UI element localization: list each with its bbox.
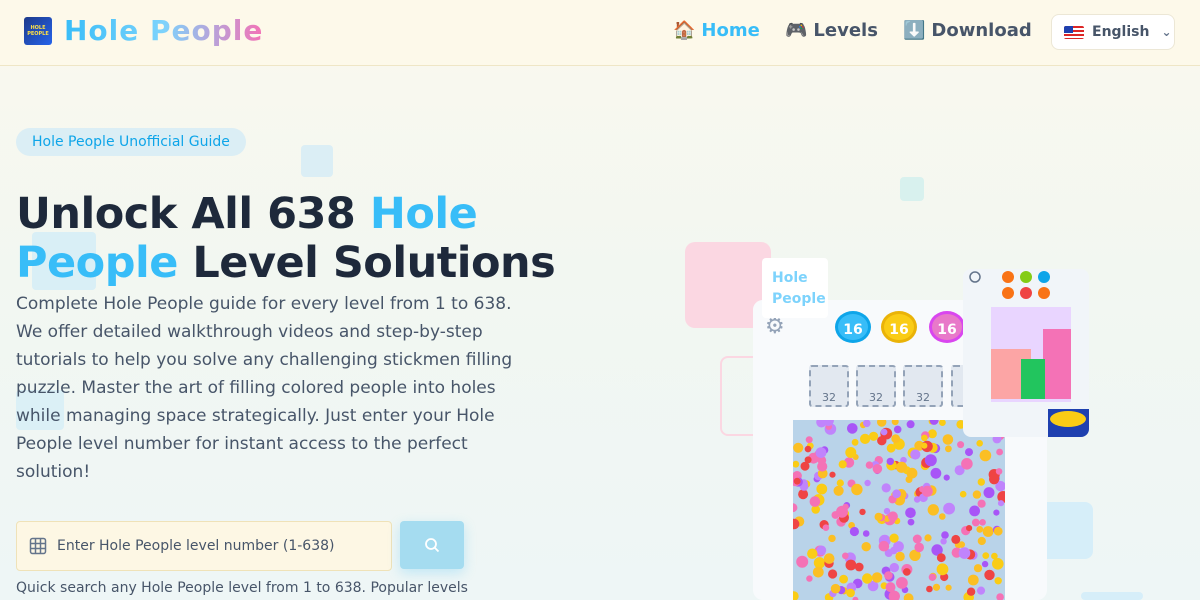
page-title: Unlock All 638 Hole People Level Solution… bbox=[16, 190, 576, 288]
us-flag-icon bbox=[1064, 25, 1084, 39]
guide-badge: Hole People Unofficial Guide bbox=[16, 128, 246, 156]
nav-levels[interactable]: 🎮 Levels bbox=[785, 20, 878, 41]
level-token: 16 bbox=[881, 311, 917, 343]
title-accent-people: People bbox=[16, 238, 178, 288]
level-search-box[interactable] bbox=[16, 521, 392, 571]
title-accent-hole: Hole bbox=[369, 189, 478, 239]
nav-home[interactable]: 🏠 Home bbox=[673, 20, 760, 41]
site-header: HOLE PEOPLE Hole People 🏠 Home 🎮 Levels … bbox=[0, 0, 1200, 66]
hole-slot: 32 bbox=[809, 365, 849, 407]
mini-board bbox=[969, 271, 1089, 437]
search-icon bbox=[425, 538, 440, 553]
nav-download-label: Download bbox=[931, 20, 1032, 41]
language-label: English bbox=[1092, 24, 1150, 40]
card-line2: People bbox=[772, 291, 826, 307]
search-hint: Quick search any Hole People level from … bbox=[16, 580, 468, 596]
decor-square bbox=[900, 177, 924, 201]
logo-image[interactable]: HOLE PEOPLE bbox=[24, 17, 52, 45]
decor-square bbox=[301, 145, 333, 177]
logo-text[interactable]: Hole People bbox=[64, 14, 263, 47]
stickmen-crowd bbox=[788, 415, 1010, 600]
hero-description: Complete Hole People guide for every lev… bbox=[16, 294, 513, 482]
level-search-input[interactable] bbox=[57, 538, 377, 554]
title-part2: Level Solutions bbox=[177, 238, 556, 288]
nav-levels-label: Levels bbox=[813, 20, 878, 41]
nav-home-label: Home bbox=[701, 20, 760, 41]
title-part1: Unlock All 638 bbox=[16, 189, 370, 239]
gamepad-icon: 🎮 bbox=[785, 20, 808, 41]
level-thumbnail bbox=[963, 269, 1089, 437]
hole-slot: 32 bbox=[856, 365, 896, 407]
level-token: 16 bbox=[835, 311, 871, 343]
card-line1: Hole bbox=[772, 270, 808, 286]
search-button[interactable] bbox=[400, 521, 464, 569]
nav-download[interactable]: ⬇️ Download bbox=[903, 20, 1032, 41]
level-token: 16 bbox=[929, 311, 965, 343]
house-icon: 🏠 bbox=[673, 20, 696, 41]
hole-people-card: Hole People bbox=[762, 258, 828, 318]
hole-slot: 32 bbox=[903, 365, 943, 407]
chevron-down-icon: ⌄ bbox=[1161, 25, 1172, 39]
game-board bbox=[788, 415, 1010, 600]
language-selector[interactable]: English ⌄ bbox=[1051, 14, 1175, 50]
decor-square bbox=[1081, 592, 1143, 600]
download-icon: ⬇️ bbox=[903, 20, 926, 41]
grid-icon bbox=[29, 537, 47, 555]
